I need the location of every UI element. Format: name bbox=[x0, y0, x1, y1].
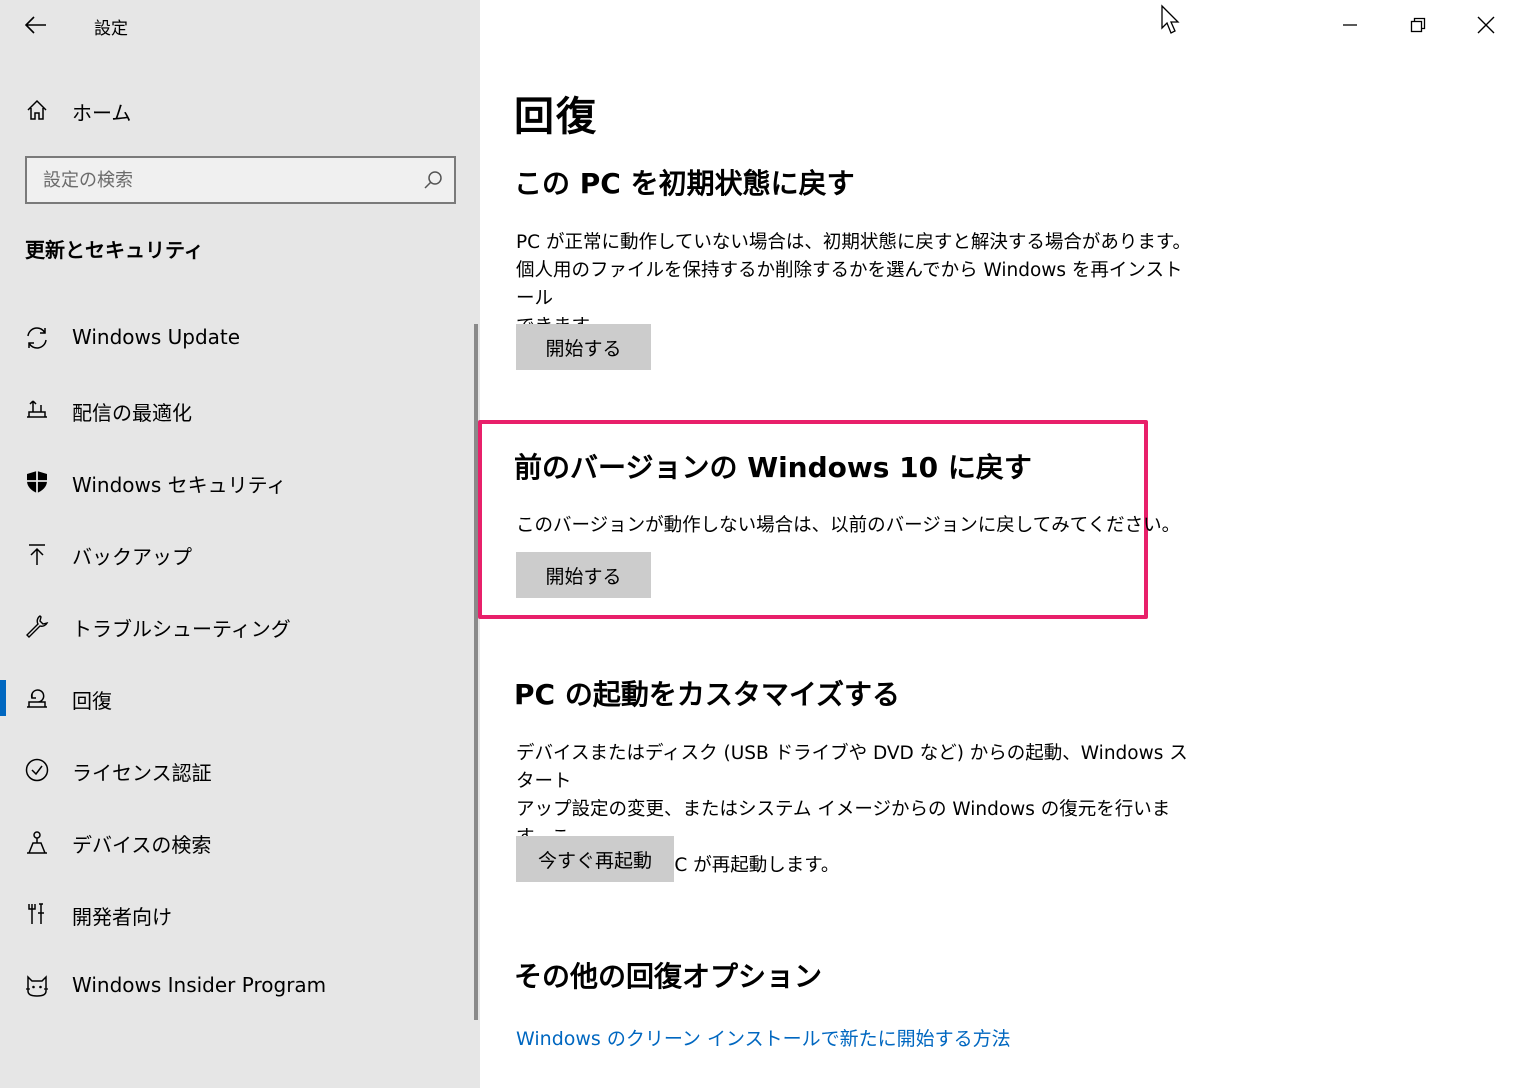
sidebar-item-label: Windows Update bbox=[72, 325, 241, 349]
insider-cat-icon bbox=[22, 971, 52, 1001]
sidebar-item-delivery-optimization[interactable]: 配信の最適化 bbox=[0, 374, 476, 446]
main-content: 回復 この PC を初期状態に戻す PC が正常に動作していない場合は、初期状態… bbox=[478, 0, 1536, 1088]
sidebar: 設定 ホーム 更新とセキュリティ Windows Update bbox=[0, 0, 480, 1088]
titlebar-left: 設定 bbox=[0, 0, 480, 50]
sidebar-item-backup[interactable]: バックアップ bbox=[0, 518, 476, 590]
sidebar-item-windows-update[interactable]: Windows Update bbox=[0, 302, 476, 374]
sidebar-item-label: 開発者向け bbox=[72, 905, 172, 929]
sidebar-item-find-device[interactable]: デバイスの検索 bbox=[0, 806, 476, 878]
window-controls bbox=[1316, 0, 1536, 50]
restore-button[interactable] bbox=[1384, 0, 1452, 50]
sync-icon bbox=[22, 323, 52, 353]
sidebar-item-label: バックアップ bbox=[72, 545, 192, 569]
recovery-icon bbox=[22, 683, 52, 713]
restart-now-button[interactable]: 今すぐ再起動 bbox=[516, 836, 674, 882]
search-icon[interactable] bbox=[422, 169, 444, 191]
sidebar-item-label: Windows セキュリティ bbox=[72, 473, 287, 497]
advanced-startup-description-line: デバイスまたはディスク (USB ドライブや DVD など) からの起動、Win… bbox=[516, 743, 1188, 792]
mouse-cursor-icon bbox=[1161, 4, 1180, 34]
sidebar-item-home-label: ホーム bbox=[72, 101, 132, 125]
shield-icon bbox=[22, 467, 52, 497]
sidebar-item-windows-security[interactable]: Windows セキュリティ bbox=[0, 446, 476, 518]
minimize-button[interactable] bbox=[1316, 0, 1384, 50]
sidebar-item-label: Windows Insider Program bbox=[72, 973, 327, 997]
sidebar-item-label: 回復 bbox=[72, 689, 112, 713]
go-back-description: このバージョンが動作しない場合は、以前のバージョンに戻してみてください。 bbox=[516, 515, 1181, 536]
clean-install-link[interactable]: Windows のクリーン インストールで新たに開始する方法 bbox=[516, 1024, 1011, 1051]
wrench-icon bbox=[22, 611, 52, 641]
home-icon bbox=[22, 95, 52, 125]
reset-start-button[interactable]: 開始する bbox=[516, 324, 651, 370]
more-options-heading: その他の回復オプション bbox=[514, 960, 823, 993]
search-box[interactable] bbox=[25, 156, 456, 204]
sidebar-item-label: 配信の最適化 bbox=[72, 401, 192, 425]
advanced-startup-heading: PC の起動をカスタマイズする bbox=[514, 678, 900, 711]
reset-description-line: PC が正常に動作していない場合は、初期状態に戻すと解決する場合があります。 bbox=[516, 232, 1192, 253]
sidebar-item-activation[interactable]: ライセンス認証 bbox=[0, 734, 476, 806]
close-icon bbox=[1477, 16, 1495, 34]
find-device-icon bbox=[22, 827, 52, 857]
sidebar-item-developers[interactable]: 開発者向け bbox=[0, 878, 476, 950]
close-button[interactable] bbox=[1452, 0, 1520, 50]
restore-icon bbox=[1410, 17, 1426, 33]
section-header: 更新とセキュリティ bbox=[25, 238, 204, 262]
sidebar-nav: Windows Update 配信の最適化 Windows セキュリティ バック… bbox=[0, 302, 480, 1022]
reset-heading: この PC を初期状態に戻す bbox=[514, 167, 855, 200]
sidebar-item-home[interactable]: ホーム bbox=[0, 86, 480, 134]
sidebar-item-label: トラブルシューティング bbox=[72, 617, 291, 641]
sidebar-item-insider[interactable]: Windows Insider Program bbox=[0, 950, 476, 1022]
back-arrow-icon bbox=[25, 16, 46, 34]
sidebar-item-label: ライセンス認証 bbox=[72, 761, 212, 785]
sidebar-item-troubleshoot[interactable]: トラブルシューティング bbox=[0, 590, 476, 662]
back-button[interactable] bbox=[14, 8, 58, 42]
delivery-optimization-icon bbox=[22, 395, 52, 425]
backup-arrow-icon bbox=[22, 539, 52, 569]
sidebar-item-recovery[interactable]: 回復 bbox=[0, 662, 476, 734]
minimize-icon bbox=[1343, 24, 1357, 26]
go-back-heading: 前のバージョンの Windows 10 に戻す bbox=[514, 451, 1032, 484]
developer-tools-icon bbox=[22, 899, 52, 929]
reset-description-line: 個人用のファイルを保持するか削除するかを選んでから Windows を再インスト… bbox=[516, 260, 1183, 309]
check-circle-icon bbox=[22, 755, 52, 785]
search-input[interactable] bbox=[27, 158, 417, 202]
go-back-start-button[interactable]: 開始する bbox=[516, 552, 651, 598]
sidebar-item-label: デバイスの検索 bbox=[72, 833, 212, 857]
app-title: 設定 bbox=[94, 19, 128, 39]
page-title: 回復 bbox=[514, 94, 598, 140]
